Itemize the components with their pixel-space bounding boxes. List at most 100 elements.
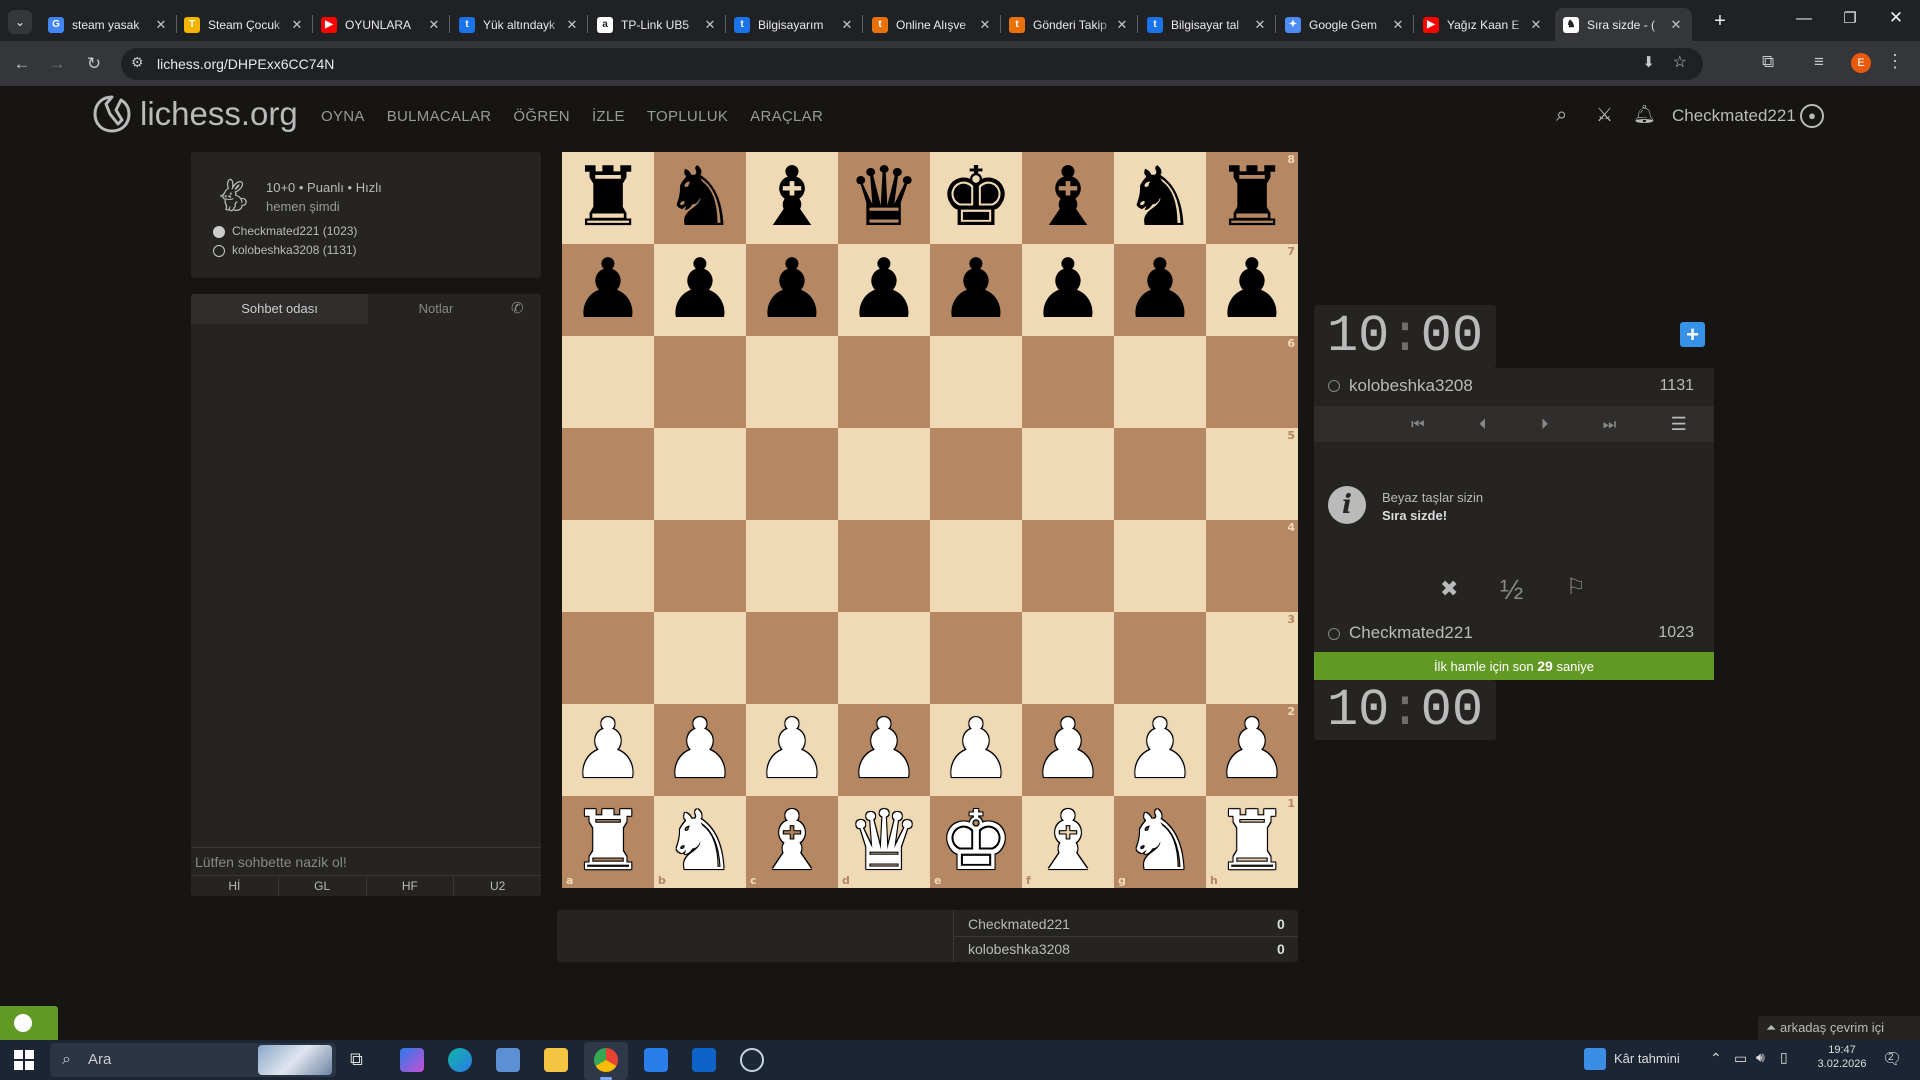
white-bishop-icon[interactable]: ♝ bbox=[755, 801, 829, 883]
first-move-icon[interactable]: ⏮ bbox=[1411, 416, 1425, 433]
square-h1[interactable]: ♜ 1 h bbox=[1206, 796, 1298, 888]
black-pawn-icon[interactable]: ♟ bbox=[755, 249, 829, 331]
black-pawn-icon[interactable]: ♟ bbox=[939, 249, 1013, 331]
square-g3[interactable] bbox=[1114, 612, 1206, 704]
white-king-icon[interactable]: ♚ bbox=[939, 801, 1013, 883]
square-d2[interactable]: ♟ bbox=[838, 704, 930, 796]
minimize-window-button[interactable]: — bbox=[1790, 10, 1818, 28]
browser-tab[interactable]: Gsteam yasak ✕ bbox=[40, 8, 177, 41]
white-queen-icon[interactable]: ♛ bbox=[847, 801, 921, 883]
crosstable-player-1[interactable]: Checkmated221 bbox=[968, 916, 1070, 932]
steam-icon[interactable] bbox=[740, 1048, 764, 1072]
black-knight-icon[interactable]: ♞ bbox=[663, 157, 737, 239]
black-bishop-icon[interactable]: ♝ bbox=[755, 157, 829, 239]
chessboard[interactable]: ♜ ♞ ♝ ♛ ♚ ♝ ♞ ♜ 8 ♟ ♟ ♟ ♟ ♟ ♟ ♟ ♟ 7 6 5 4 3 ♟ ♟ ♟ ♟ ♟ ♟ ♟ ♟ 2 ♜ a ♞ b ♝ c ♛ d ♚… bbox=[562, 152, 1298, 888]
black-bishop-icon[interactable]: ♝ bbox=[1031, 157, 1105, 239]
resign-flag-icon[interactable]: ⚐ bbox=[1566, 574, 1586, 600]
control-panel-icon[interactable] bbox=[496, 1048, 520, 1072]
site-info-icon[interactable]: ⚙ bbox=[131, 54, 144, 71]
white-pawn-icon[interactable]: ♟ bbox=[1215, 709, 1289, 791]
square-d7[interactable]: ♟ bbox=[838, 244, 930, 336]
square-g7[interactable]: ♟ bbox=[1114, 244, 1206, 336]
white-pawn-icon[interactable]: ♟ bbox=[847, 709, 921, 791]
close-tab-icon[interactable]: ✕ bbox=[153, 17, 169, 33]
square-e6[interactable] bbox=[930, 336, 1022, 428]
opponent-name[interactable]: kolobeshka3208 bbox=[1349, 376, 1473, 396]
reload-icon[interactable]: ↻ bbox=[82, 52, 106, 76]
preset-hf[interactable]: HF bbox=[367, 876, 455, 896]
square-a8[interactable]: ♜ bbox=[562, 152, 654, 244]
close-tab-icon[interactable]: ✕ bbox=[426, 17, 442, 33]
white-bishop-icon[interactable]: ♝ bbox=[1031, 801, 1105, 883]
browser-tab[interactable]: ♞ Sıra sizde - (✕ bbox=[1555, 8, 1692, 41]
square-b1[interactable]: ♞ b bbox=[654, 796, 746, 888]
new-tab-button[interactable]: + bbox=[1706, 8, 1734, 36]
square-b2[interactable]: ♟ bbox=[654, 704, 746, 796]
square-c1[interactable]: ♝ c bbox=[746, 796, 838, 888]
black-knight-icon[interactable]: ♞ bbox=[1123, 157, 1197, 239]
square-d4[interactable] bbox=[838, 520, 930, 612]
square-g6[interactable] bbox=[1114, 336, 1206, 428]
chat-input[interactable]: Lütfen sohbette nazik ol! bbox=[195, 854, 347, 870]
square-g1[interactable]: ♞ g bbox=[1114, 796, 1206, 888]
square-f1[interactable]: ♝ f bbox=[1022, 796, 1114, 888]
weather-text[interactable]: Kâr tahmini bbox=[1614, 1051, 1680, 1066]
close-tab-icon[interactable]: ✕ bbox=[1252, 17, 1268, 33]
square-d1[interactable]: ♛ d bbox=[838, 796, 930, 888]
square-a6[interactable] bbox=[562, 336, 654, 428]
close-tab-icon[interactable]: ✕ bbox=[1114, 17, 1130, 33]
friends-online-toggle[interactable]: ⏶ arkadaş çevrim içi bbox=[1758, 1016, 1920, 1040]
nav-play[interactable]: OYNA bbox=[321, 108, 365, 125]
square-d5[interactable] bbox=[838, 428, 930, 520]
white-rook-icon[interactable]: ♜ bbox=[1215, 801, 1289, 883]
tab-notes[interactable]: Notlar bbox=[368, 294, 504, 324]
close-tab-icon[interactable]: ✕ bbox=[839, 17, 855, 33]
bookmark-star-icon[interactable]: ☆ bbox=[1673, 52, 1687, 72]
white-pawn-icon[interactable]: ♟ bbox=[939, 709, 1013, 791]
tab-chat-room[interactable]: Sohbet odası bbox=[191, 294, 368, 324]
square-f5[interactable] bbox=[1022, 428, 1114, 520]
square-b8[interactable]: ♞ bbox=[654, 152, 746, 244]
square-d6[interactable] bbox=[838, 336, 930, 428]
square-g4[interactable] bbox=[1114, 520, 1206, 612]
square-c6[interactable] bbox=[746, 336, 838, 428]
square-b7[interactable]: ♟ bbox=[654, 244, 746, 336]
nav-learn[interactable]: ÖĞREN bbox=[513, 108, 570, 125]
nav-tools[interactable]: ARAÇLAR bbox=[750, 108, 823, 125]
taskbar-search-box[interactable]: ⌕ Ara bbox=[50, 1043, 336, 1077]
chrome-icon[interactable] bbox=[594, 1048, 618, 1072]
square-h3[interactable]: 3 bbox=[1206, 612, 1298, 704]
black-pawn-icon[interactable]: ♟ bbox=[663, 249, 737, 331]
square-c7[interactable]: ♟ bbox=[746, 244, 838, 336]
square-e4[interactable] bbox=[930, 520, 1022, 612]
square-e3[interactable] bbox=[930, 612, 1022, 704]
challenge-swords-icon[interactable]: ⚔ bbox=[1596, 104, 1613, 127]
square-h4[interactable]: 4 bbox=[1206, 520, 1298, 612]
preset-u2[interactable]: U2 bbox=[454, 876, 541, 896]
square-a1[interactable]: ♜ a bbox=[562, 796, 654, 888]
browser-tab[interactable]: t Online Alışve ✕ bbox=[864, 8, 1001, 41]
close-tab-icon[interactable]: ✕ bbox=[289, 17, 305, 33]
square-a5[interactable] bbox=[562, 428, 654, 520]
install-app-icon[interactable]: ⬇ bbox=[1642, 53, 1655, 71]
square-c8[interactable]: ♝ bbox=[746, 152, 838, 244]
add-time-plus-icon[interactable]: + bbox=[1680, 322, 1705, 347]
square-c3[interactable] bbox=[746, 612, 838, 704]
white-pawn-icon[interactable]: ♟ bbox=[755, 709, 829, 791]
network-icon[interactable]: ▭ bbox=[1734, 1050, 1747, 1067]
search-icon[interactable]: ⌕ bbox=[1556, 104, 1567, 127]
browser-tab[interactable]: t Bilgisayar tal ✕ bbox=[1139, 8, 1276, 41]
square-b5[interactable] bbox=[654, 428, 746, 520]
offer-draw-button[interactable]: ½ bbox=[1500, 574, 1523, 606]
black-pawn-icon[interactable]: ♟ bbox=[1031, 249, 1105, 331]
square-e7[interactable]: ♟ bbox=[930, 244, 1022, 336]
weather-icon[interactable] bbox=[1584, 1048, 1606, 1070]
white-knight-icon[interactable]: ♞ bbox=[663, 801, 737, 883]
outlook-icon[interactable] bbox=[692, 1048, 716, 1072]
white-pawn-icon[interactable]: ♟ bbox=[571, 709, 645, 791]
windows-start-icon[interactable] bbox=[14, 1050, 34, 1070]
black-king-icon[interactable]: ♚ bbox=[939, 157, 1013, 239]
square-a7[interactable]: ♟ bbox=[562, 244, 654, 336]
square-f8[interactable]: ♝ bbox=[1022, 152, 1114, 244]
media-control-icon[interactable]: ≡ bbox=[1814, 52, 1824, 72]
